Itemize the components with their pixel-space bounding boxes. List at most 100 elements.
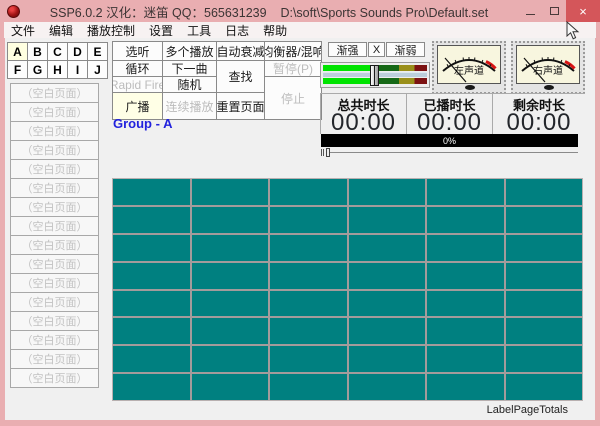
letter-button-H[interactable]: H	[48, 61, 67, 78]
letter-button-B[interactable]: B	[28, 43, 47, 60]
sound-cell[interactable]	[270, 374, 347, 400]
sound-cell[interactable]	[192, 318, 269, 344]
letter-button-J[interactable]: J	[88, 61, 107, 78]
rapid-fire-button[interactable]: Rapid Fire	[113, 77, 162, 92]
sound-cell[interactable]	[270, 235, 347, 261]
sound-cell[interactable]	[427, 263, 504, 289]
sound-cell[interactable]	[506, 374, 583, 400]
close-button[interactable]: ×	[566, 0, 600, 22]
letter-button-G[interactable]: G	[28, 61, 47, 78]
volume-balance-slider[interactable]	[320, 62, 430, 88]
sound-cell[interactable]	[113, 346, 190, 372]
equalizer-reverb-button[interactable]: 均衡器/混响	[265, 42, 321, 60]
menu-item-playback-control[interactable]: 播放控制	[80, 21, 142, 40]
sound-cell[interactable]	[192, 235, 269, 261]
loop-button[interactable]: 循环	[113, 61, 162, 76]
sound-cell[interactable]	[506, 235, 583, 261]
sound-cell[interactable]	[113, 179, 190, 205]
sound-cell[interactable]	[506, 291, 583, 317]
sound-cell[interactable]	[349, 346, 426, 372]
sound-cell[interactable]	[506, 263, 583, 289]
blank-page-button[interactable]: （空白页面）	[10, 121, 99, 141]
sound-cell[interactable]	[270, 207, 347, 233]
minimize-button[interactable]	[518, 0, 542, 22]
menu-item-settings[interactable]: 设置	[142, 21, 180, 40]
blank-page-button[interactable]: （空白页面）	[10, 235, 99, 255]
auto-fade-button[interactable]: 自动衰减	[217, 42, 264, 60]
sound-cell[interactable]	[192, 179, 269, 205]
sound-cell[interactable]	[506, 207, 583, 233]
letter-button-I[interactable]: I	[68, 61, 87, 78]
sound-cell[interactable]	[427, 318, 504, 344]
sound-cell[interactable]	[270, 291, 347, 317]
blank-page-button[interactable]: （空白页面）	[10, 83, 99, 103]
letter-button-F[interactable]: F	[8, 61, 27, 78]
menu-item-help[interactable]: 帮助	[256, 21, 294, 40]
sound-cell[interactable]	[192, 291, 269, 317]
sound-cell[interactable]	[113, 374, 190, 400]
multi-play-button[interactable]: 多个播放	[163, 42, 216, 60]
pause-button[interactable]: 暂停(P)	[265, 61, 321, 76]
sound-cell[interactable]	[427, 346, 504, 372]
sound-cell[interactable]	[349, 235, 426, 261]
sound-cell[interactable]	[349, 263, 426, 289]
blank-page-button[interactable]: （空白页面）	[10, 216, 99, 236]
menu-item-tools[interactable]: 工具	[180, 21, 218, 40]
blank-page-button[interactable]: （空白页面）	[10, 140, 99, 160]
blank-page-button[interactable]: （空白页面）	[10, 330, 99, 350]
letter-button-A[interactable]: A	[8, 43, 27, 60]
sound-cell[interactable]	[349, 291, 426, 317]
blank-page-button[interactable]: （空白页面）	[10, 292, 99, 312]
sound-cell[interactable]	[427, 235, 504, 261]
menu-item-edit[interactable]: 编辑	[42, 21, 80, 40]
sound-cell[interactable]	[113, 207, 190, 233]
sound-cell[interactable]	[113, 291, 190, 317]
sound-cell[interactable]	[506, 346, 583, 372]
sound-cell[interactable]	[192, 346, 269, 372]
seek-thumb[interactable]	[326, 148, 330, 157]
blank-page-button[interactable]: （空白页面）	[10, 102, 99, 122]
sound-cell[interactable]	[349, 318, 426, 344]
sound-cell[interactable]	[113, 235, 190, 261]
menu-item-log[interactable]: 日志	[218, 21, 256, 40]
sound-cell[interactable]	[270, 346, 347, 372]
sound-cell[interactable]	[270, 263, 347, 289]
seek-slider[interactable]	[321, 148, 578, 158]
letter-button-E[interactable]: E	[88, 43, 107, 60]
sound-cell[interactable]	[349, 374, 426, 400]
fade-out-button[interactable]: 渐弱	[386, 42, 425, 57]
fade-cancel-button[interactable]: X	[368, 42, 385, 57]
blank-page-button[interactable]: （空白页面）	[10, 349, 99, 369]
sound-cell[interactable]	[506, 179, 583, 205]
sound-cell[interactable]	[427, 207, 504, 233]
letter-button-C[interactable]: C	[48, 43, 67, 60]
sound-cell[interactable]	[113, 318, 190, 344]
blank-page-button[interactable]: （空白页面）	[10, 197, 99, 217]
sound-cell[interactable]	[192, 263, 269, 289]
random-button[interactable]: 随机	[163, 77, 216, 92]
sound-cell[interactable]	[270, 179, 347, 205]
blank-page-button[interactable]: （空白页面）	[10, 178, 99, 198]
blank-page-button[interactable]: （空白页面）	[10, 368, 99, 388]
sound-cell[interactable]	[427, 291, 504, 317]
letter-button-D[interactable]: D	[68, 43, 87, 60]
blank-page-button[interactable]: （空白页面）	[10, 159, 99, 179]
reset-page-button[interactable]: 重置页面	[217, 93, 264, 119]
sound-cell[interactable]	[506, 318, 583, 344]
sound-cell[interactable]	[192, 374, 269, 400]
blank-page-button[interactable]: （空白页面）	[10, 273, 99, 293]
next-track-button[interactable]: 下一曲	[163, 61, 216, 76]
sound-cell[interactable]	[349, 207, 426, 233]
sound-cell[interactable]	[427, 374, 504, 400]
sound-cell[interactable]	[427, 179, 504, 205]
audition-button[interactable]: 选听	[113, 42, 162, 60]
maximize-button[interactable]	[542, 0, 566, 22]
blank-page-button[interactable]: （空白页面）	[10, 311, 99, 331]
menu-item-file[interactable]: 文件	[4, 21, 42, 40]
sound-cell[interactable]	[113, 263, 190, 289]
blank-page-button[interactable]: （空白页面）	[10, 254, 99, 274]
find-button[interactable]: 查找	[217, 61, 264, 92]
fade-in-button[interactable]: 渐强	[328, 42, 367, 57]
stop-button[interactable]: 停止	[265, 77, 321, 119]
sound-cell[interactable]	[349, 179, 426, 205]
